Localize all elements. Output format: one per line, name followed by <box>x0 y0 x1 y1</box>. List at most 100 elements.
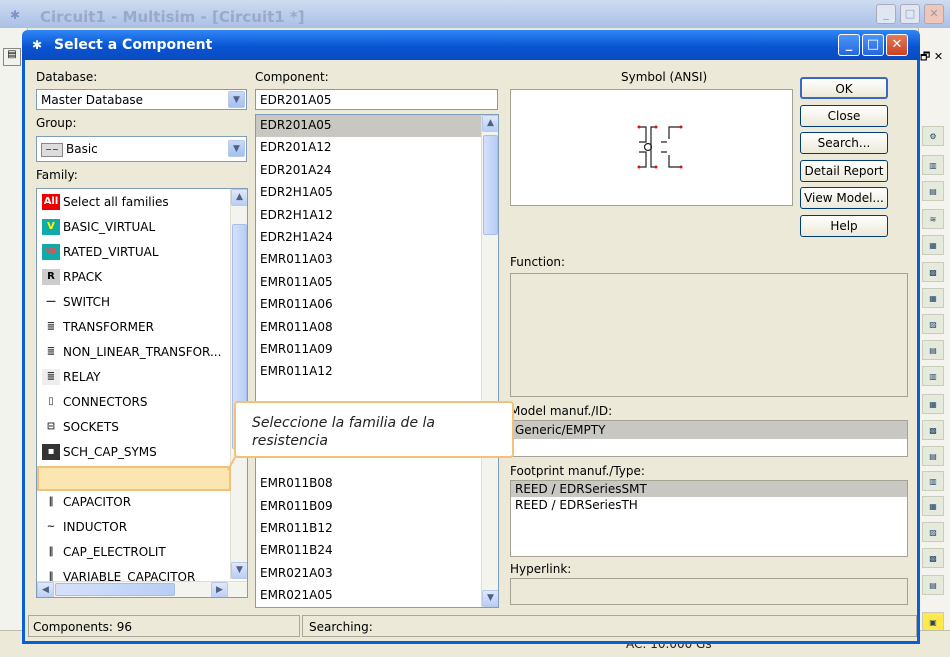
toolbar-icon[interactable]: ▥ <box>922 155 944 175</box>
component-row[interactable]: EDR201A12 <box>256 137 481 159</box>
component-label: Component: <box>255 70 329 84</box>
component-row[interactable]: EMR011B09 <box>256 496 481 518</box>
family-item[interactable]: ▪ SCH_CAP_SYMS <box>37 439 247 464</box>
toolbar-icon[interactable]: ▦ <box>922 288 944 308</box>
model-list[interactable]: Generic/EMPTY <box>510 420 908 457</box>
database-select[interactable]: Master Database ▼ <box>36 89 247 110</box>
family-item[interactable]: V BASIC_VIRTUAL <box>37 214 247 239</box>
bg-minimize-icon[interactable]: _ <box>876 4 896 24</box>
component-row[interactable]: EMR021A03 <box>256 563 481 585</box>
component-row[interactable]: EMR021A05 <box>256 585 481 607</box>
component-row-selected[interactable]: EDR201A05 <box>256 115 481 138</box>
toolbar-icon[interactable]: ▦ <box>922 394 944 414</box>
footprint-list[interactable]: REED / EDRSeriesSMT REED / EDRSeriesTH <box>510 480 908 557</box>
family-item-label: SCH_CAP_SYMS <box>63 444 157 459</box>
family-item[interactable]: ≣ NON_LINEAR_TRANSFOR... <box>37 339 247 364</box>
component-row[interactable]: EMR011A09 <box>256 339 481 361</box>
family-item[interactable]: ≣ TRANSFORMER <box>37 314 247 339</box>
component-row[interactable]: EDR2H1A12 <box>256 205 481 227</box>
family-item[interactable]: ‖ CAPACITOR <box>37 489 247 514</box>
toolbar-icon[interactable]: ▥ <box>922 471 944 491</box>
view-model-button[interactable]: View Model... <box>800 187 888 209</box>
toolbar-icon[interactable]: ▦ <box>922 235 944 255</box>
bg-close-icon[interactable]: ✕ <box>924 4 944 24</box>
component-row[interactable]: EMR011A08 <box>256 317 481 339</box>
close-button[interactable]: Close <box>800 105 888 127</box>
detail-report-button[interactable]: Detail Report <box>800 160 888 182</box>
toolbar-icon[interactable]: ⚙ <box>922 126 944 146</box>
hyperlink-field[interactable] <box>510 578 908 605</box>
toolbar-icon[interactable]: ▩ <box>922 262 944 282</box>
component-row[interactable]: EMR011A05 <box>256 272 481 294</box>
scroll-down-icon[interactable]: ▼ <box>482 590 498 607</box>
chevron-down-icon[interactable]: ▼ <box>228 91 245 108</box>
minimize-icon[interactable]: _ <box>838 34 860 56</box>
component-list[interactable]: EDR201A05 EDR201A12 EDR201A24 EDR2H1A05 EDR2… <box>255 114 499 608</box>
hscroll-thumb[interactable] <box>55 583 175 596</box>
family-item[interactable]: ▯ CONNECTORS <box>37 389 247 414</box>
component-input[interactable]: EDR201A05 <box>255 89 498 110</box>
search-button[interactable]: Search... <box>800 132 888 154</box>
bg-maximize-icon[interactable]: □ <box>900 4 920 24</box>
toolbar-icon[interactable]: ▤ <box>922 181 944 201</box>
toolbar-icon[interactable]: ▩ <box>922 548 944 568</box>
component-scrollbar[interactable]: ▲ ▼ <box>481 115 498 607</box>
component-row[interactable]: EMR011B12 <box>256 518 481 540</box>
family-item-label: RPACK <box>63 269 103 284</box>
toolbar-icon[interactable]: ▥ <box>922 366 944 386</box>
mdi-restore-close-icon[interactable]: 🗗 ✕ <box>920 48 943 67</box>
instruction-tooltip: Seleccione la familia de la resistencia <box>234 401 514 458</box>
toolbar-icon[interactable]: ▣ <box>922 612 944 632</box>
close-icon[interactable]: ✕ <box>886 34 908 56</box>
scroll-up-icon[interactable]: ▲ <box>482 115 498 132</box>
family-list[interactable]: All Select all families V BASIC_VIRTUAL W RAT… <box>36 188 248 598</box>
family-item[interactable]: ‖ CAP_ELECTROLIT <box>37 539 247 564</box>
family-item[interactable]: R RPACK <box>37 264 247 289</box>
component-row[interactable]: EMR011B24 <box>256 540 481 562</box>
switch-icon: — <box>42 293 60 310</box>
help-button[interactable]: Help <box>800 215 888 237</box>
searching-status: Searching: <box>302 615 917 637</box>
scroll-left-icon[interactable]: ◀ <box>37 582 54 597</box>
group-select[interactable]: ~~ Basic ▼ <box>36 136 247 162</box>
toolbar-icon[interactable]: ▤ <box>922 575 944 595</box>
toolbar-icon[interactable]: ▩ <box>922 420 944 440</box>
component-row[interactable]: EMR011A06 <box>256 294 481 316</box>
footprint-row-selected[interactable]: REED / EDRSeriesSMT <box>511 481 907 497</box>
component-row[interactable]: EMR011A03 <box>256 249 481 271</box>
family-item-label: INDUCTOR <box>63 519 128 534</box>
scroll-right-icon[interactable]: ▶ <box>211 582 228 597</box>
toolbar-icon[interactable]: ▦ <box>922 496 944 516</box>
function-label: Function: <box>510 255 566 269</box>
family-item-label: CONNECTORS <box>63 394 148 409</box>
toolbar-icon[interactable]: ▤ <box>922 340 944 360</box>
connector-icon: ▯ <box>42 393 60 410</box>
toolbar-icon[interactable]: ▨ <box>922 314 944 334</box>
component-row[interactable]: EMR011B08 <box>256 473 481 495</box>
dialog-title-bar[interactable]: ✱ Select a Component <box>22 30 920 60</box>
component-row[interactable]: EMR011A12 <box>256 361 481 383</box>
scroll-up-icon[interactable]: ▲ <box>231 189 247 206</box>
family-item[interactable]: ≣ RELAY <box>37 364 247 389</box>
model-row-selected[interactable]: Generic/EMPTY <box>511 421 907 439</box>
component-row[interactable]: EDR2H1A24 <box>256 227 481 249</box>
family-item[interactable]: W RATED_VIRTUAL <box>37 239 247 264</box>
family-item[interactable]: — SWITCH <box>37 289 247 314</box>
toolbar-icon[interactable]: ▤ <box>922 446 944 466</box>
scroll-down-icon[interactable]: ▼ <box>231 562 247 579</box>
component-row[interactable]: EDR2H1A05 <box>256 182 481 204</box>
family-item[interactable]: All Select all families <box>37 189 247 214</box>
ok-button[interactable]: OK <box>800 77 888 99</box>
chevron-down-icon[interactable]: ▼ <box>228 140 245 157</box>
toolbar-icon[interactable]: ▨ <box>922 522 944 542</box>
component-row[interactable]: EDR201A24 <box>256 160 481 182</box>
scroll-thumb[interactable] <box>483 135 498 235</box>
family-hscrollbar[interactable]: ◀ ▶ <box>37 581 247 597</box>
family-item[interactable]: ~ INDUCTOR <box>37 514 247 539</box>
family-item[interactable]: ⊟ SOCKETS <box>37 414 247 439</box>
family-item-label: NON_LINEAR_TRANSFOR... <box>63 344 222 359</box>
toolbar-icon[interactable]: ≋ <box>922 209 944 229</box>
footprint-row[interactable]: REED / EDRSeriesTH <box>511 497 907 513</box>
family-scrollbar[interactable]: ▲ ▼ <box>230 189 247 579</box>
maximize-icon[interactable]: □ <box>862 34 884 56</box>
